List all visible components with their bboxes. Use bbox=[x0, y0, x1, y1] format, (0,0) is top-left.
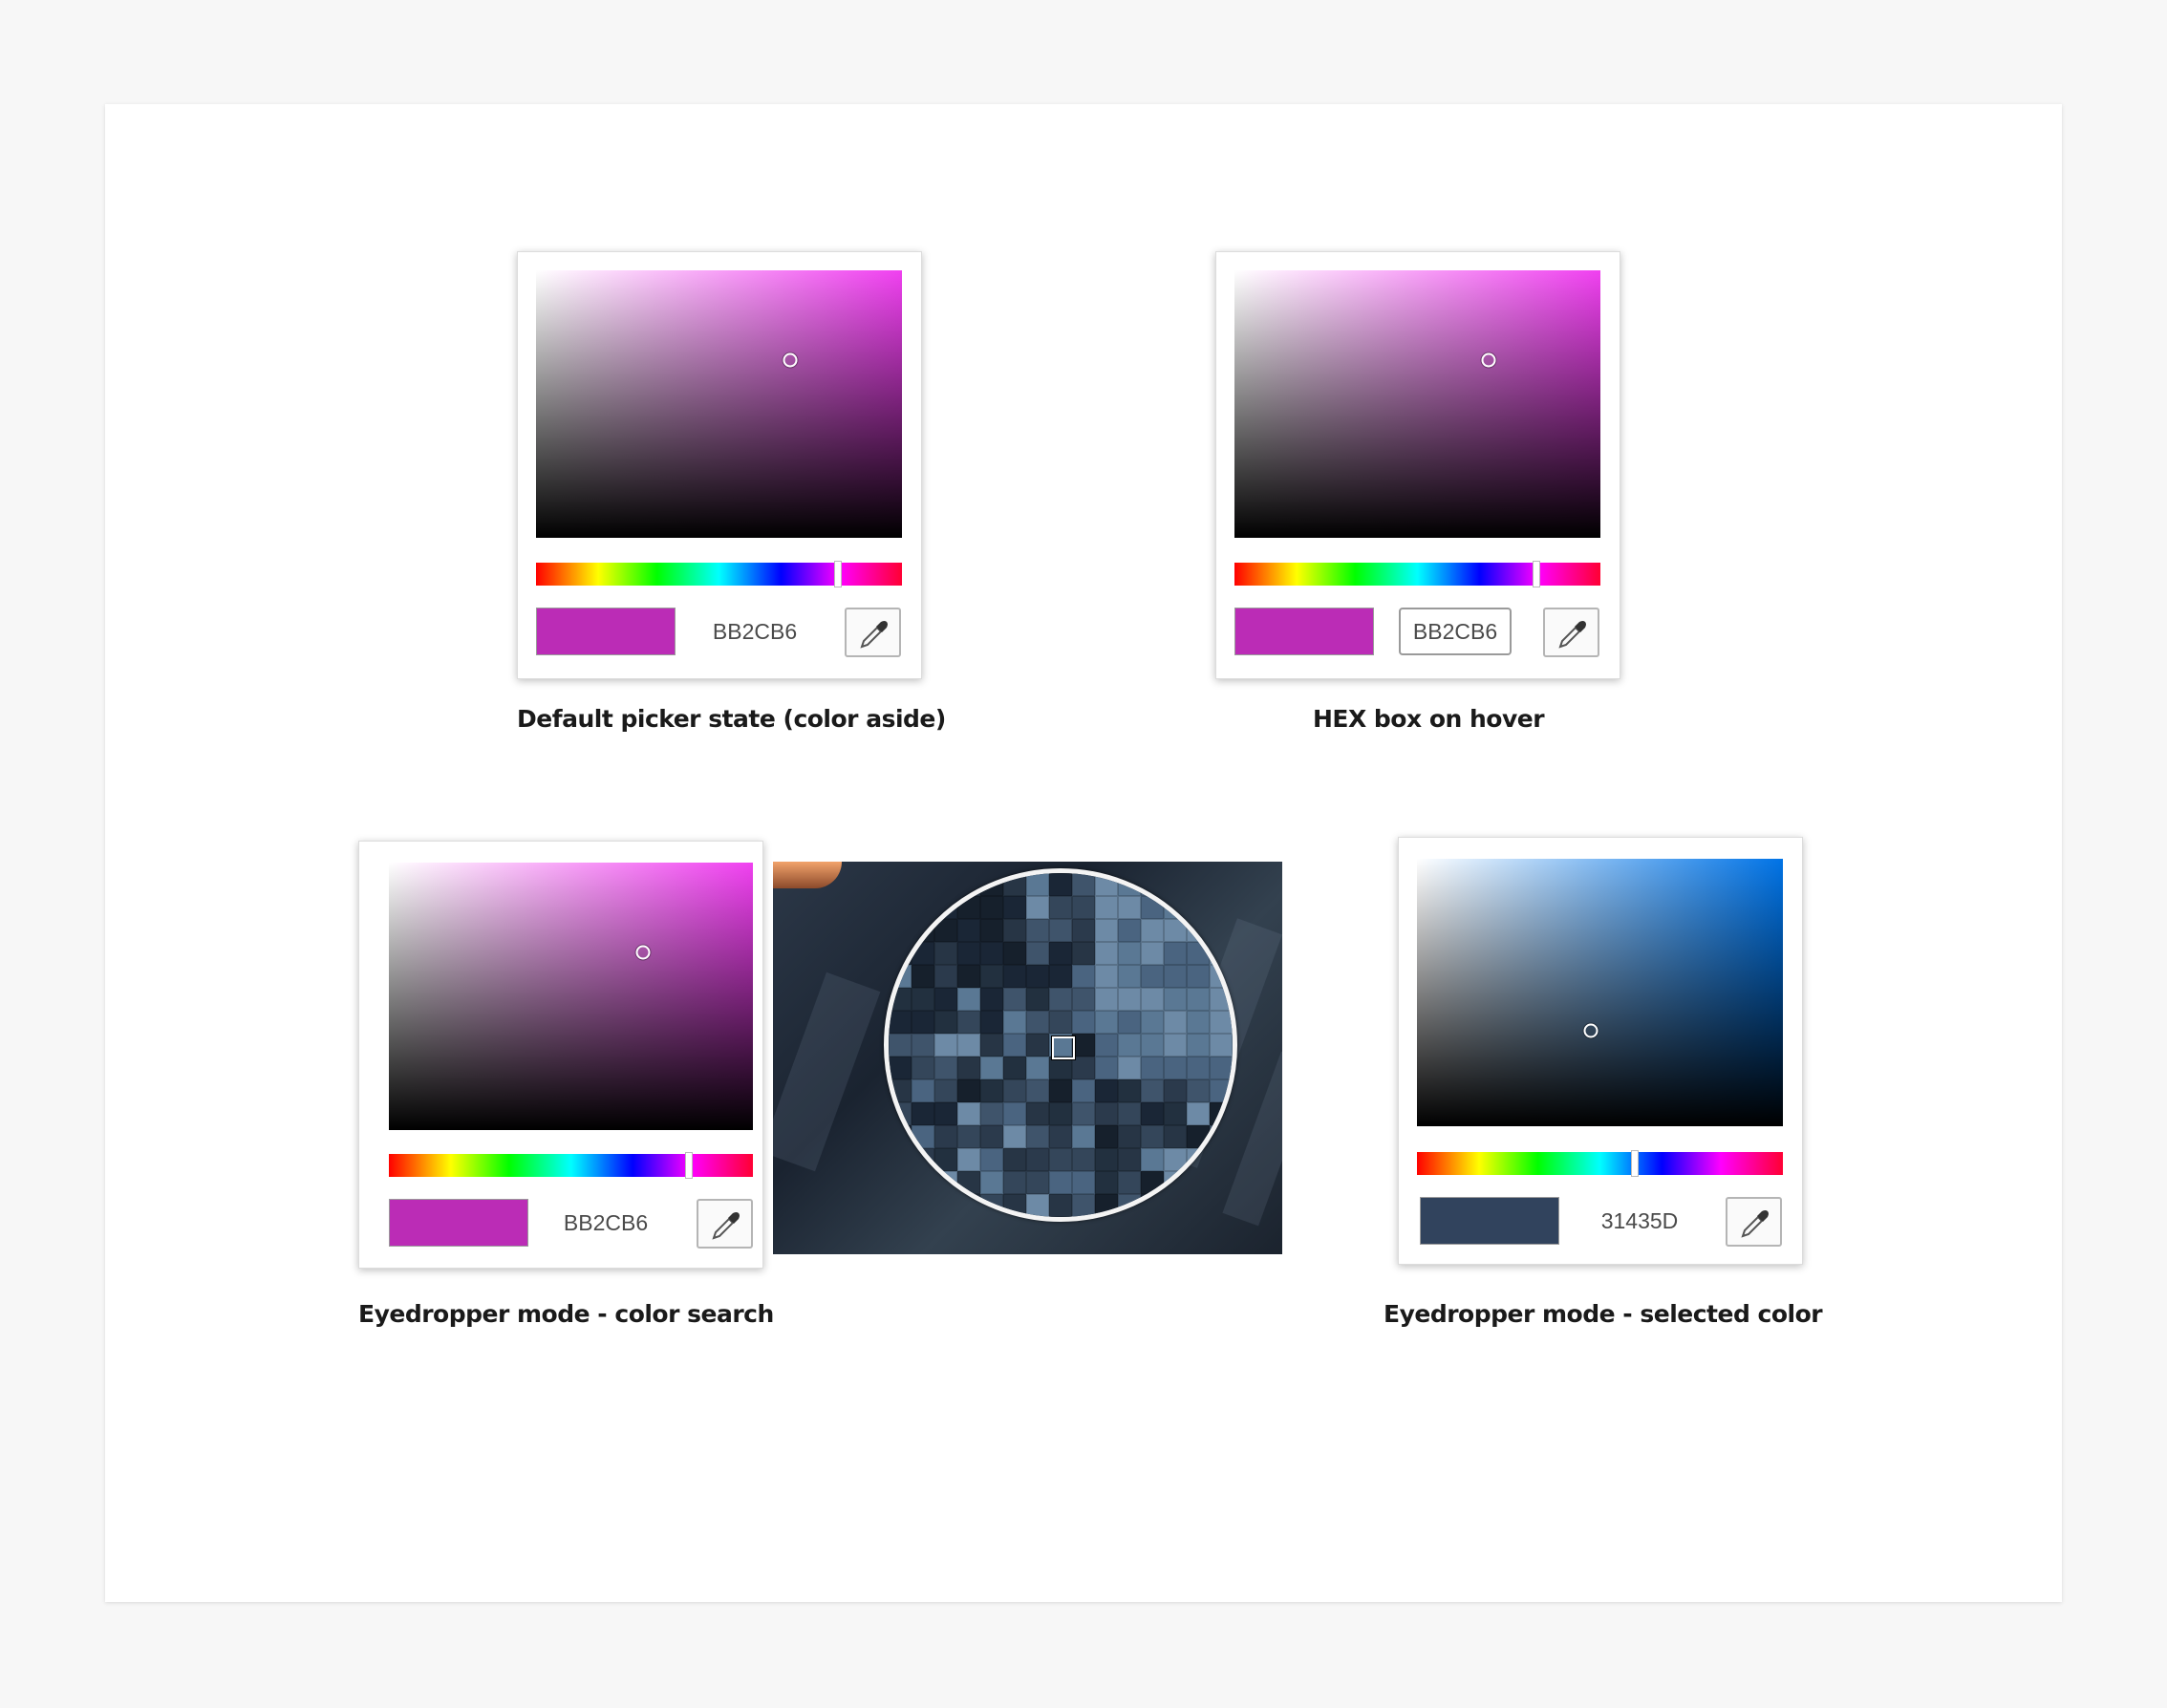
hue-slider[interactable] bbox=[1417, 1150, 1783, 1177]
image-highlight bbox=[773, 862, 842, 888]
sv-handle[interactable] bbox=[1583, 1023, 1598, 1038]
caption-default: Default picker state (color aside) bbox=[517, 705, 946, 733]
eyedropper-icon bbox=[1741, 1210, 1769, 1238]
hue-handle[interactable] bbox=[834, 561, 842, 587]
sv-handle[interactable] bbox=[635, 945, 651, 960]
magnifier-loupe bbox=[884, 868, 1237, 1222]
hue-slider[interactable] bbox=[1234, 561, 1600, 587]
sv-handle[interactable] bbox=[1481, 352, 1496, 368]
hex-input[interactable]: BB2CB6 bbox=[1399, 608, 1512, 655]
color-picker-default: BB2CB6 bbox=[517, 251, 922, 679]
color-swatch bbox=[389, 1199, 528, 1247]
color-swatch bbox=[1420, 1197, 1559, 1245]
hex-input[interactable]: BB2CB6 bbox=[698, 608, 811, 655]
loupe-target-pixel bbox=[1052, 1036, 1075, 1059]
color-swatch bbox=[536, 608, 676, 655]
eyedropper-button[interactable] bbox=[845, 608, 901, 657]
sv-handle[interactable] bbox=[783, 352, 798, 368]
color-picker-hover: BB2CB6 bbox=[1215, 251, 1620, 679]
caption-hover: HEX box on hover bbox=[1312, 705, 1545, 733]
saturation-value-area[interactable] bbox=[536, 270, 902, 538]
hex-input[interactable]: 31435D bbox=[1583, 1197, 1696, 1245]
hue-slider[interactable] bbox=[389, 1152, 753, 1179]
eyedropper-button[interactable] bbox=[1726, 1197, 1782, 1247]
hue-handle[interactable] bbox=[685, 1152, 693, 1179]
eyedropper-icon bbox=[712, 1212, 740, 1240]
eyedropper-button[interactable] bbox=[697, 1199, 753, 1249]
saturation-value-area[interactable] bbox=[1417, 859, 1783, 1126]
color-picker-eyedropper-search: BB2CB6 bbox=[358, 841, 763, 1269]
eyedropper-icon bbox=[860, 621, 888, 649]
color-swatch bbox=[1234, 608, 1374, 655]
saturation-value-area[interactable] bbox=[1234, 270, 1600, 538]
eyedropper-button[interactable] bbox=[1543, 608, 1599, 657]
caption-eyedropper-selected: Eyedropper mode - selected color bbox=[1384, 1300, 1823, 1328]
saturation-value-area[interactable] bbox=[389, 863, 753, 1130]
color-picker-eyedropper-selected: 31435D bbox=[1398, 837, 1803, 1265]
hue-slider[interactable] bbox=[536, 561, 902, 587]
hue-handle[interactable] bbox=[1631, 1150, 1639, 1177]
hue-handle[interactable] bbox=[1533, 561, 1540, 587]
eyedropper-icon bbox=[1558, 621, 1586, 649]
caption-eyedropper-search: Eyedropper mode - color search bbox=[358, 1300, 774, 1328]
eyedropper-sample-image[interactable] bbox=[773, 862, 1282, 1254]
hex-input[interactable]: BB2CB6 bbox=[549, 1199, 662, 1247]
